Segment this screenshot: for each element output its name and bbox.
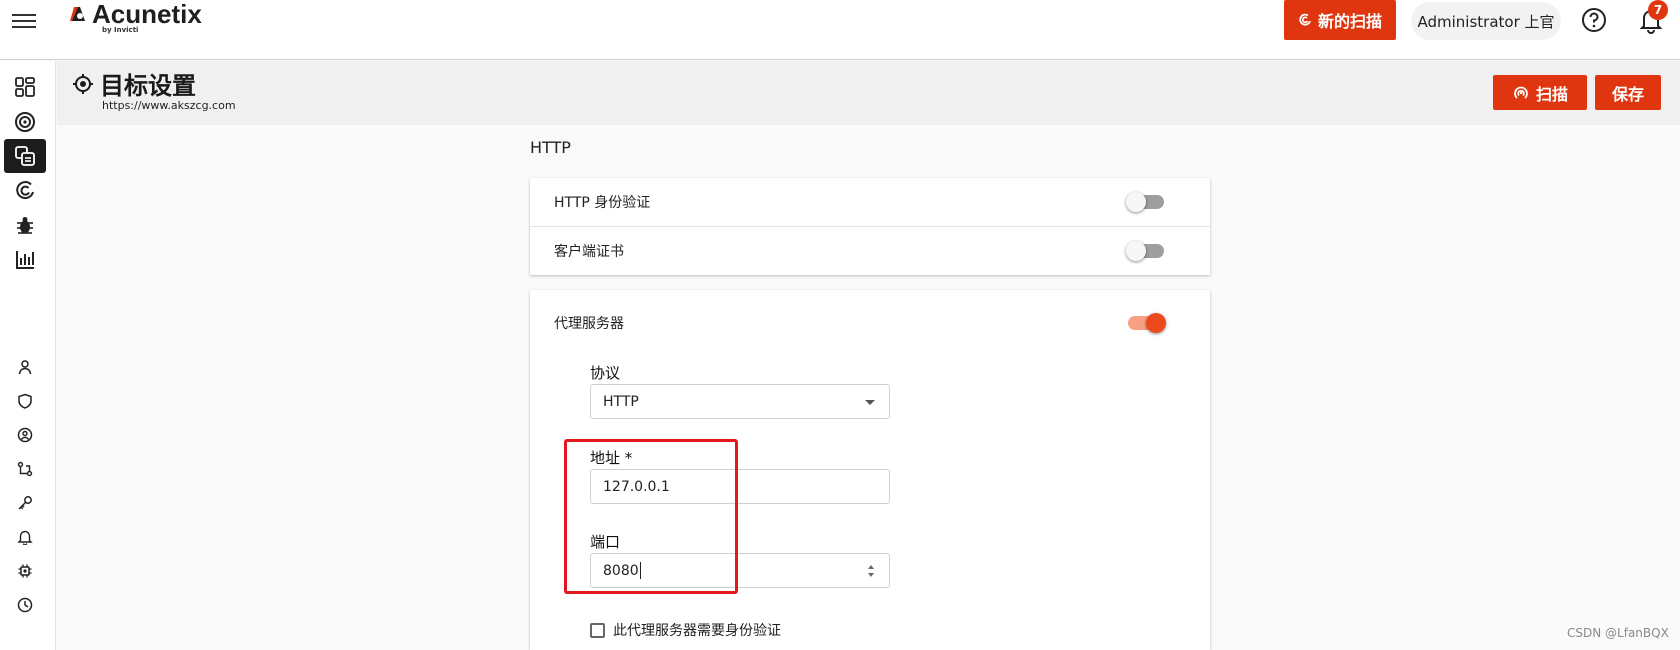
logo[interactable]: Acunetix <box>68 0 202 28</box>
stepper-arrows-icon[interactable] <box>867 563 875 579</box>
proxy-row: 代理服务器 <box>530 290 1210 356</box>
protocol-select[interactable]: HTTP <box>590 384 890 419</box>
top-bar: Acunetix by Invicti 新的扫描 Administrator 上… <box>0 0 1680 60</box>
proxy-label: 代理服务器 <box>554 316 624 332</box>
bell-icon <box>17 530 33 545</box>
watermark: CSDN @LfanBQX <box>1567 626 1669 640</box>
http-settings-card: HTTP 身份验证 客户端证书 <box>530 178 1210 275</box>
scans-icon <box>16 181 34 199</box>
bug-icon <box>17 217 33 234</box>
user-name: Administrator 上官 <box>1417 12 1555 31</box>
settings-icon <box>18 564 32 578</box>
http-auth-toggle[interactable] <box>1126 192 1164 212</box>
proxy-toggle[interactable] <box>1128 313 1166 333</box>
scan-button[interactable]: 扫描 <box>1493 75 1587 110</box>
section-title-http: HTTP <box>530 138 571 157</box>
client-cert-toggle[interactable] <box>1126 240 1164 261</box>
page-header: 目标设置 https://www.akszcg.com 扫描 保存 <box>57 61 1680 125</box>
title-row: 目标设置 <box>72 66 196 101</box>
crosshair-icon <box>73 73 93 94</box>
sidebar-item-target-groups[interactable] <box>4 139 46 173</box>
sidebar-item-roles[interactable] <box>4 418 46 452</box>
protocol-label: 协议 <box>590 364 621 382</box>
key-icon <box>18 496 32 510</box>
scan-icon <box>1299 13 1311 26</box>
user-menu[interactable]: Administrator 上官 <box>1411 2 1561 40</box>
http-auth-row: HTTP 身份验证 <box>530 178 1210 226</box>
toggle-knob <box>1126 240 1146 261</box>
menu-icon[interactable] <box>12 10 36 32</box>
target-icon <box>15 112 35 132</box>
scan-signal-icon <box>1514 86 1528 99</box>
sidebar <box>0 61 56 650</box>
sidebar-item-users[interactable] <box>4 350 46 384</box>
proxy-auth-checkbox[interactable] <box>590 622 605 638</box>
protocol-value: HTTP <box>603 393 639 410</box>
notification-badge: 7 <box>1648 0 1668 20</box>
logo-subtext: by Invicti <box>102 26 139 34</box>
sidebar-item-vulnerabilities[interactable] <box>4 208 46 242</box>
user-icon <box>18 360 32 375</box>
port-value: 8080 <box>603 562 639 579</box>
chevron-down-icon <box>865 400 875 405</box>
address-label: 地址 * <box>590 449 633 467</box>
port-input[interactable]: 8080 <box>590 553 890 588</box>
port-label: 端口 <box>590 533 621 551</box>
role-icon <box>17 427 33 443</box>
save-label: 保存 <box>1611 84 1644 104</box>
address-input[interactable]: 127.0.0.1 <box>590 469 890 504</box>
new-scan-label: 新的扫描 <box>1317 12 1382 31</box>
sidebar-item-api-keys[interactable] <box>4 486 46 520</box>
sidebar-item-dashboard[interactable] <box>4 70 46 104</box>
sidebar-item-integrations[interactable] <box>4 452 46 486</box>
acunetix-logo-icon <box>70 7 85 21</box>
history-icon <box>17 597 33 613</box>
text-cursor <box>639 562 641 579</box>
dashboard-icon <box>15 77 35 97</box>
targets-icon <box>15 146 35 166</box>
sidebar-item-settings[interactable] <box>4 554 46 588</box>
scan-label: 扫描 <box>1535 84 1568 104</box>
client-cert-label: 客户端证书 <box>554 243 624 260</box>
toggle-knob <box>1126 192 1146 212</box>
new-scan-button[interactable]: 新的扫描 <box>1284 0 1396 40</box>
sidebar-item-activity[interactable] <box>4 588 46 622</box>
proxy-auth-checkbox-label: 此代理服务器需要身份验证 <box>613 623 781 639</box>
sidebar-item-security[interactable] <box>4 384 46 418</box>
target-url: https://www.akszcg.com <box>102 99 236 112</box>
client-cert-row: 客户端证书 <box>530 226 1210 274</box>
sidebar-item-scans[interactable] <box>4 174 46 208</box>
shield-icon <box>18 393 32 409</box>
reports-icon <box>16 251 34 269</box>
integrations-icon <box>17 461 33 477</box>
http-auth-label: HTTP 身份验证 <box>554 195 651 211</box>
page-title: 目标设置 <box>100 72 196 100</box>
sidebar-item-notifications[interactable] <box>4 520 46 554</box>
toggle-knob <box>1146 313 1166 333</box>
save-button[interactable]: 保存 <box>1595 75 1661 110</box>
proxy-auth-checkbox-row[interactable]: 此代理服务器需要身份验证 <box>590 620 781 640</box>
sidebar-item-reports[interactable] <box>4 242 46 276</box>
sidebar-item-targets[interactable] <box>4 105 46 139</box>
help-icon[interactable] <box>1580 6 1608 34</box>
logo-text: Acunetix <box>92 0 202 29</box>
address-value: 127.0.0.1 <box>603 478 670 495</box>
